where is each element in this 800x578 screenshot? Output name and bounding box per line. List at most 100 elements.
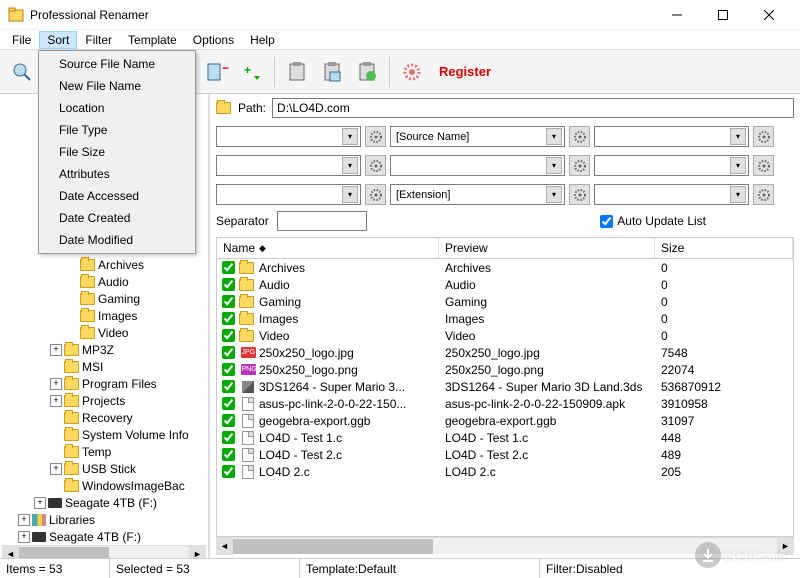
menu-filter[interactable]: Filter (77, 31, 120, 49)
list-hscrollbar[interactable]: ◄ ► (216, 537, 794, 554)
separator-input[interactable] (277, 211, 367, 231)
file-row[interactable]: LO4D 2.cLO4D 2.c205 (217, 463, 793, 480)
template-combo[interactable]: ▾ (594, 184, 749, 205)
template-combo[interactable]: ▾ (390, 155, 565, 176)
tool-list-remove-icon[interactable]: − (201, 54, 233, 90)
sort-option[interactable]: Source File Name (41, 53, 193, 75)
file-row[interactable]: GamingGaming0 (217, 293, 793, 310)
maximize-button[interactable] (700, 0, 746, 30)
tree-expand-icon[interactable]: + (34, 497, 46, 509)
tree-expand-icon[interactable]: + (50, 463, 62, 475)
tree-expand-icon[interactable]: + (50, 378, 62, 390)
file-row[interactable]: PNG250x250_logo.png250x250_logo.png22074 (217, 361, 793, 378)
menu-help[interactable]: Help (242, 31, 283, 49)
sort-option[interactable]: Date Accessed (41, 185, 193, 207)
tree-item[interactable]: Archives (2, 256, 206, 273)
combo-gear-button[interactable] (569, 126, 590, 147)
file-checkbox[interactable] (222, 312, 235, 325)
tree-item[interactable]: MSI (2, 358, 206, 375)
header-preview[interactable]: Preview (439, 238, 655, 258)
path-input[interactable] (272, 98, 794, 118)
template-combo[interactable]: [Extension]▾ (390, 184, 565, 205)
file-checkbox[interactable] (222, 261, 235, 274)
tree-item[interactable]: Images (2, 307, 206, 324)
tree-expand-icon[interactable]: + (18, 514, 30, 526)
combo-gear-button[interactable] (365, 184, 386, 205)
sort-option[interactable]: File Type (41, 119, 193, 141)
template-combo[interactable]: ▾ (216, 126, 361, 147)
combo-gear-button[interactable] (569, 184, 590, 205)
file-row[interactable]: JPG250x250_logo.jpg250x250_logo.jpg7548 (217, 344, 793, 361)
template-combo[interactable]: ▾ (594, 126, 749, 147)
file-checkbox[interactable] (222, 465, 235, 478)
file-checkbox[interactable] (222, 363, 235, 376)
combo-gear-button[interactable] (753, 155, 774, 176)
header-size[interactable]: Size (655, 238, 793, 258)
tree-item[interactable]: Audio (2, 273, 206, 290)
sort-option[interactable]: Date Modified (41, 229, 193, 251)
tree-expand-icon[interactable]: + (50, 395, 62, 407)
sort-option[interactable]: Date Created (41, 207, 193, 229)
tree-item[interactable]: Recovery (2, 409, 206, 426)
tool-magnifier-icon[interactable] (6, 54, 38, 90)
file-row[interactable]: AudioAudio0 (217, 276, 793, 293)
tree-expand-icon[interactable]: + (50, 344, 62, 356)
tree-item[interactable]: WindowsImageBac (2, 477, 206, 494)
tree-item[interactable]: Video (2, 324, 206, 341)
tool-gear-icon[interactable] (396, 54, 428, 90)
template-combo[interactable]: ▾ (594, 155, 749, 176)
tree-item[interactable]: +Seagate 4TB (F:) (2, 494, 206, 511)
close-button[interactable] (746, 0, 792, 30)
file-row[interactable]: ArchivesArchives0 (217, 259, 793, 276)
auto-update-checkbox[interactable]: Auto Update List (600, 214, 706, 228)
file-checkbox[interactable] (222, 448, 235, 461)
tree-item[interactable]: +Seagate 4TB (F:) (2, 528, 206, 545)
combo-gear-button[interactable] (753, 126, 774, 147)
file-checkbox[interactable] (222, 414, 235, 427)
tree-item[interactable]: +MP3Z (2, 341, 206, 358)
sort-option[interactable]: Attributes (41, 163, 193, 185)
file-checkbox[interactable] (222, 431, 235, 444)
menu-sort[interactable]: Sort (39, 31, 77, 49)
menu-file[interactable]: File (4, 31, 39, 49)
tree-hscrollbar[interactable]: ◄ ► (2, 545, 206, 558)
template-combo[interactable]: ▾ (216, 184, 361, 205)
combo-gear-button[interactable] (365, 155, 386, 176)
combo-gear-button[interactable] (569, 155, 590, 176)
tool-add-arrow-icon[interactable]: + (236, 54, 268, 90)
tree-item[interactable]: Gaming (2, 290, 206, 307)
sort-option[interactable]: File Size (41, 141, 193, 163)
file-row[interactable]: asus-pc-link-2-0-0-22-150...asus-pc-link… (217, 395, 793, 412)
file-checkbox[interactable] (222, 397, 235, 410)
file-checkbox[interactable] (222, 278, 235, 291)
sort-option[interactable]: New File Name (41, 75, 193, 97)
register-link[interactable]: Register (439, 64, 491, 79)
file-checkbox[interactable] (222, 380, 235, 393)
tool-clipboard2-icon[interactable] (316, 54, 348, 90)
minimize-button[interactable] (654, 0, 700, 30)
file-row[interactable]: ImagesImages0 (217, 310, 793, 327)
menu-template[interactable]: Template (120, 31, 185, 49)
file-row[interactable]: geogebra-export.ggbgeogebra-export.ggb31… (217, 412, 793, 429)
file-checkbox[interactable] (222, 346, 235, 359)
tree-item[interactable]: +Projects (2, 392, 206, 409)
list-header[interactable]: Name◆ Preview Size (216, 237, 794, 259)
tool-clipboard1-icon[interactable] (281, 54, 313, 90)
tree-item[interactable]: +Program Files (2, 375, 206, 392)
combo-gear-button[interactable] (365, 126, 386, 147)
tree-item[interactable]: System Volume Info (2, 426, 206, 443)
menu-options[interactable]: Options (185, 31, 242, 49)
file-row[interactable]: 3DS1264 - Super Mario 3...3DS1264 - Supe… (217, 378, 793, 395)
template-combo[interactable]: [Source Name]▾ (390, 126, 565, 147)
combo-gear-button[interactable] (753, 184, 774, 205)
tree-item[interactable]: +USB Stick (2, 460, 206, 477)
template-combo[interactable]: ▾ (216, 155, 361, 176)
sort-option[interactable]: Location (41, 97, 193, 119)
tree-item[interactable]: +Libraries (2, 511, 206, 528)
tree-expand-icon[interactable]: + (18, 531, 30, 543)
file-checkbox[interactable] (222, 329, 235, 342)
file-checkbox[interactable] (222, 295, 235, 308)
tool-clipboard3-icon[interactable] (351, 54, 383, 90)
file-row[interactable]: LO4D - Test 2.cLO4D - Test 2.c489 (217, 446, 793, 463)
file-row[interactable]: LO4D - Test 1.cLO4D - Test 1.c448 (217, 429, 793, 446)
